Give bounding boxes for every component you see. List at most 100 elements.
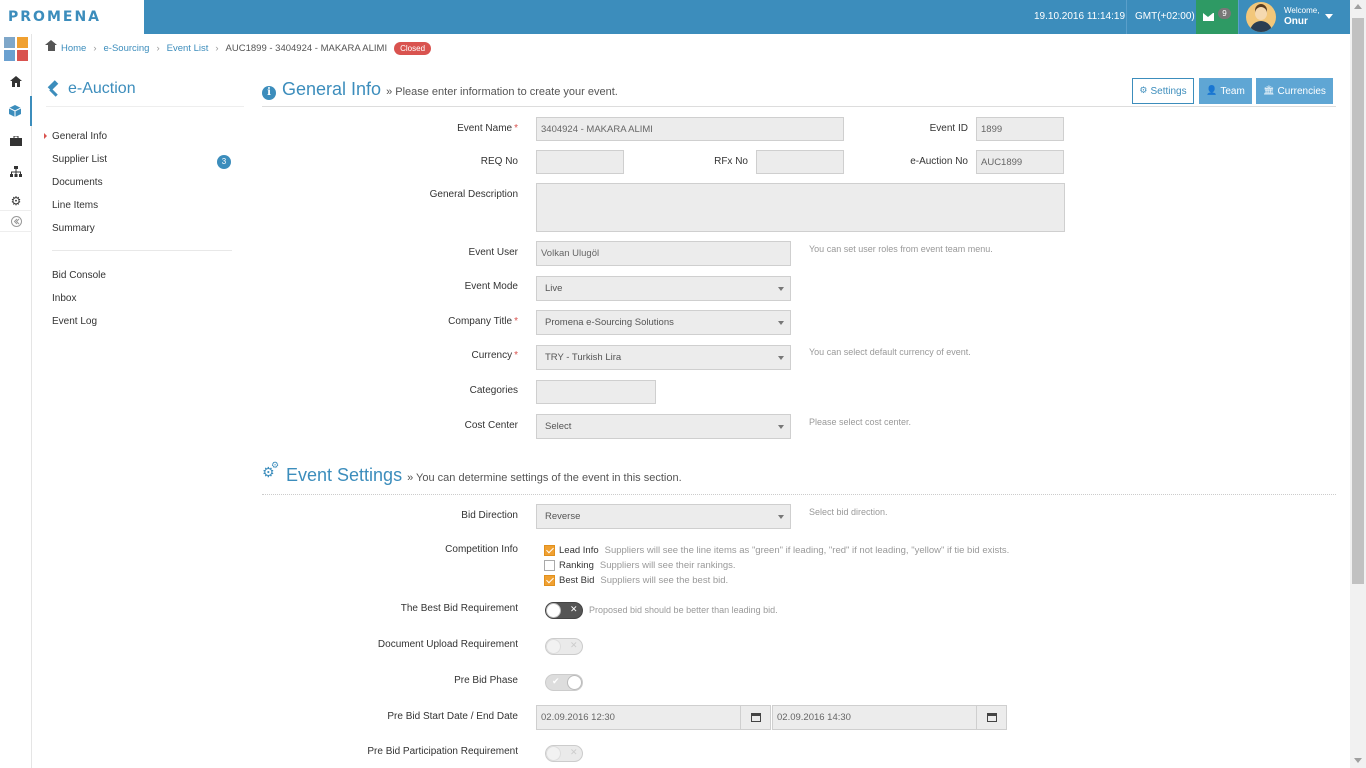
welcome-text: Welcome,	[1284, 6, 1320, 15]
user-menu[interactable]: Welcome, Onur	[1238, 0, 1350, 34]
subnav-item-summary[interactable]: Summary	[52, 223, 95, 234]
settings-button[interactable]: ⚙ Settings	[1132, 78, 1194, 104]
avatar	[1246, 2, 1276, 32]
req-no-field[interactable]	[536, 150, 624, 174]
toggle-knob	[546, 639, 561, 654]
event-id-field[interactable]: 1899	[976, 117, 1064, 141]
pre-bid-start-date-input[interactable]: 02.09.2016 12:30	[536, 705, 741, 730]
cost-center-select[interactable]: Select	[536, 414, 791, 439]
pre-bid-phase-toggle[interactable]: ✔	[545, 674, 583, 691]
page-scrollbar[interactable]	[1350, 0, 1366, 768]
eauction-no-label: e-Auction No	[910, 156, 968, 167]
scroll-thumb[interactable]	[1352, 18, 1364, 584]
message-count-badge: 9	[1218, 7, 1231, 19]
cube-icon[interactable]	[0, 96, 32, 126]
pre-bid-dates-label: Pre Bid Start Date / End Date	[387, 711, 518, 722]
scroll-down-arrow[interactable]	[1354, 758, 1362, 763]
company-title-label: Company Title *	[448, 316, 518, 327]
breadcrumb-esourcing[interactable]: e-Sourcing	[104, 43, 150, 54]
sitemap-icon[interactable]	[0, 156, 32, 186]
gears-icon	[262, 461, 280, 481]
description-textarea[interactable]	[536, 183, 1065, 232]
top-bar: PROMENA 19.10.2016 11:14:19 GMT(+02:00) …	[0, 0, 1350, 34]
home-icon[interactable]	[0, 66, 32, 96]
checkbox-checked[interactable]	[544, 545, 555, 556]
checkbox-unchecked[interactable]	[544, 560, 555, 571]
subnav-item-line-items[interactable]: Line Items	[52, 200, 98, 211]
company-title-select[interactable]: Promena e-Sourcing Solutions	[536, 310, 791, 335]
event-subnav: e-Auction General Info Supplier List 3 D…	[43, 78, 244, 327]
event-name-label: Event Name *	[457, 123, 518, 134]
pre-bid-end-date-input[interactable]: 02.09.2016 14:30	[772, 705, 977, 730]
categories-field[interactable]	[536, 380, 656, 404]
currencies-button[interactable]: 🏛 Currencies	[1256, 78, 1333, 104]
user-name: Onur	[1284, 16, 1308, 27]
messages-button[interactable]: 9	[1196, 0, 1238, 34]
description-label: General Description	[429, 189, 518, 200]
lead-info-checkbox[interactable]: Lead Info Suppliers will see the line it…	[544, 545, 1009, 556]
event-user-field[interactable]: Volkan Ulugöl	[536, 241, 791, 266]
subnav-item-event-log[interactable]: Event Log	[52, 316, 97, 327]
currency-select[interactable]: TRY - Turkish Lira	[536, 345, 791, 370]
end-date-calendar-button[interactable]	[976, 705, 1007, 730]
eauction-no-field[interactable]: AUC1899	[976, 150, 1064, 174]
currency-help: You can select default currency of event…	[809, 347, 971, 357]
best-bid-requirement-label: The Best Bid Requirement	[400, 603, 518, 614]
subnav-item-general-info[interactable]: General Info	[43, 131, 107, 142]
event-mode-select[interactable]: Live	[536, 276, 791, 301]
event-user-help: You can set user roles from event team m…	[809, 244, 993, 254]
subnav-item-supplier-list[interactable]: Supplier List	[52, 154, 107, 165]
pre-bid-participation-toggle[interactable]: ✕	[545, 745, 583, 762]
x-icon: ✕	[570, 605, 578, 615]
team-button[interactable]: 👤 Team	[1199, 78, 1252, 104]
divider	[262, 106, 1336, 107]
bid-direction-select[interactable]: Reverse	[536, 504, 791, 529]
breadcrumb-current: AUC1899 - 3404924 - MAKARA ALIMI	[225, 43, 388, 54]
server-datetime: 19.10.2016 11:14:19	[1034, 11, 1126, 22]
briefcase-icon[interactable]	[0, 126, 32, 156]
pre-bid-participation-label: Pre Bid Participation Requirement	[367, 746, 518, 757]
promena-logo[interactable]: PROMENA	[0, 0, 144, 34]
subnav-item-bid-console[interactable]: Bid Console	[52, 270, 106, 281]
rfx-no-label: RFx No	[714, 156, 748, 167]
breadcrumb-separator: ›	[93, 43, 97, 54]
categories-label: Categories	[469, 385, 518, 396]
chevron-down-icon	[1325, 14, 1333, 19]
start-date-calendar-button[interactable]	[740, 705, 771, 730]
subnav-title: e-Auction	[46, 78, 244, 100]
bid-direction-help: Select bid direction.	[809, 507, 888, 517]
competition-info-label: Competition Info	[445, 544, 518, 555]
req-no-label: REQ No	[480, 156, 518, 167]
rfx-no-field[interactable]	[756, 150, 844, 174]
breadcrumb-event-list[interactable]: Event List	[167, 43, 209, 54]
gear-icon: ⚙	[1139, 86, 1148, 96]
event-mode-label: Event Mode	[464, 281, 518, 292]
breadcrumb-home[interactable]: Home	[61, 43, 86, 54]
document-upload-label: Document Upload Requirement	[377, 639, 518, 650]
subnav-item-documents[interactable]: Documents	[52, 177, 103, 188]
apps-grid-icon[interactable]	[4, 37, 28, 61]
subnav-item-inbox[interactable]: Inbox	[52, 293, 76, 304]
supplier-count-badge: 3	[217, 155, 231, 169]
document-upload-toggle[interactable]: ✕	[545, 638, 583, 655]
breadcrumb: Home › e-Sourcing › Event List › AUC1899…	[45, 40, 432, 55]
gavel-icon	[46, 81, 62, 97]
best-bid-checkbox[interactable]: Best Bid Suppliers will see the best bid…	[544, 575, 728, 586]
scroll-up-arrow[interactable]	[1354, 4, 1362, 9]
user-icon: 👤	[1206, 86, 1218, 96]
check-icon: ✔	[552, 677, 560, 687]
event-name-field[interactable]: 3404924 - MAKARA ALIMI	[536, 117, 844, 141]
best-bid-requirement-help: Proposed bid should be better than leadi…	[589, 605, 778, 615]
event-settings-heading: Event Settings » You can determine setti…	[262, 461, 682, 486]
ranking-checkbox[interactable]: Ranking Suppliers will see their ranking…	[544, 560, 736, 571]
calendar-icon	[987, 713, 997, 722]
envelope-icon	[1203, 13, 1215, 21]
toggle-knob	[567, 675, 582, 690]
info-icon: i	[262, 86, 276, 100]
general-info-heading: i General Info » Please enter informatio…	[262, 79, 618, 100]
collapse-icon[interactable]	[0, 210, 32, 232]
checkbox-checked[interactable]	[544, 575, 555, 586]
icon-rail: ⚙	[0, 34, 32, 768]
best-bid-requirement-toggle[interactable]: ✕	[545, 602, 583, 619]
pre-bid-phase-label: Pre Bid Phase	[454, 675, 518, 686]
